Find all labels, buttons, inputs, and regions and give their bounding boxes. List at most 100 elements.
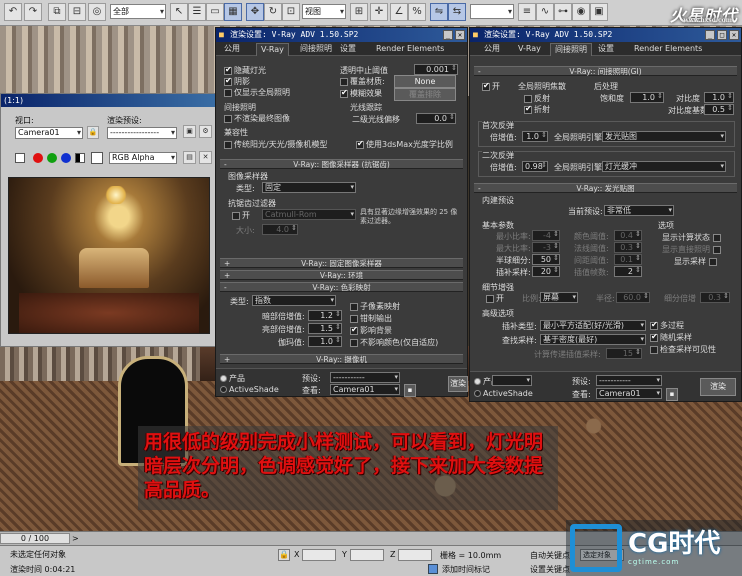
preset-select[interactable]: ----------- [596,375,662,386]
lock-icon[interactable]: 🔒 [87,126,99,139]
calc-pass-field[interactable]: 15 [606,348,642,359]
green-channel-icon[interactable] [47,153,57,163]
irradiance-rollout[interactable]: V-Ray:: 发光贴图 [474,183,737,193]
bright-mult-field[interactable]: 1.5 [308,323,342,334]
subdiv-mult-field[interactable]: 0.3 [700,292,730,303]
show-calc-checkbox[interactable]: 显示计算状态 [662,232,723,243]
only-gi-checkbox[interactable]: 仅显示全局照明 [224,87,290,98]
mirror-icon[interactable]: ⇋ [430,3,448,21]
tab-common[interactable]: 公用 [480,43,504,56]
render-setup-icon[interactable]: ▣ [590,3,608,21]
preset-select[interactable]: ----------- [330,372,400,383]
select-by-name-icon[interactable]: ☰ [188,3,206,21]
production-radio[interactable]: 产品 [220,373,245,384]
scale-icon[interactable]: ⊡ [282,3,300,21]
tab-common[interactable]: 公用 [220,43,244,56]
tab-indirect[interactable]: 间接照明 [550,43,592,56]
render-button-right[interactable]: 渲染 [700,378,736,396]
bind-space-warp-icon[interactable]: ◎ [88,3,106,21]
tab-indirect[interactable]: 间接照明 [296,43,336,56]
check-visibility-checkbox[interactable]: 检查采样可见性 [650,344,716,355]
link-icon[interactable]: ⧉ [48,3,66,21]
layer-manager-icon[interactable]: ≡ [518,3,536,21]
primary-engine-select[interactable]: 发光贴图 [602,131,726,142]
sampler-type-select[interactable]: 固定 [262,182,356,193]
contrast-base-field[interactable]: 0.5 [704,104,734,115]
auto-key-button[interactable]: 自动关键点 [530,550,570,561]
override-mtl-checkbox[interactable]: 覆盖材质: [340,76,385,87]
display-icon[interactable]: ▤ [183,151,196,164]
snap-toggle-icon[interactable]: ∠ [390,3,408,21]
minimize-icon[interactable]: _ [705,30,715,40]
clear-icon[interactable]: ✕ [199,151,212,164]
named-selection-select[interactable] [470,4,514,19]
red-channel-icon[interactable] [33,153,43,163]
use-3dsmax-checkbox[interactable]: 使用3dsMax光度学比例 [356,139,453,150]
nrm-thresh-field[interactable]: 0.3 [614,242,642,253]
close-icon[interactable]: ✕ [455,30,465,40]
gi-rollout[interactable]: V-Ray:: 间接照明(GI) [474,66,737,76]
aa-filter-select[interactable]: Catmull-Rom [262,209,356,220]
set-key-button[interactable]: 设置关键点 [530,564,570,575]
gi-on-checkbox[interactable]: 开 [482,81,500,92]
window-crossing-icon[interactable]: ▦ [224,3,242,21]
time-slider-thumb[interactable]: 0 / 100 [0,533,70,544]
schematic-icon[interactable]: ⊶ [554,3,572,21]
render-button-left[interactable]: 渲染 [448,376,468,392]
cm-type-select[interactable]: 指数 [252,295,336,306]
randomize-checkbox[interactable]: 随机采样 [650,332,692,343]
legacy-sun-checkbox[interactable]: 传统阳光/天光/摄像机模型 [224,139,327,150]
secondary-bias-field[interactable]: 0.0 [416,113,456,124]
undo-icon[interactable]: ↶ [4,3,22,21]
tab-settings[interactable]: 设置 [594,43,618,56]
color-mapping-rollout[interactable]: V-Ray:: 色彩映射 [220,282,463,292]
settings-icon[interactable]: ⚙ [199,125,212,138]
saturation-field[interactable]: 1.0 [630,92,664,103]
minimize-icon[interactable]: _ [443,30,453,40]
aa-filter-on-checkbox[interactable]: 开 [232,210,250,221]
rect-selection-icon[interactable]: ▭ [206,3,224,21]
mono-icon[interactable] [91,152,103,164]
show-direct-checkbox[interactable]: 显示直接照明 [662,244,723,255]
maximize-icon[interactable]: □ [717,30,727,40]
override-none-button[interactable]: None [394,75,456,88]
environment-rollout[interactable]: V-Ray:: 环境 [220,270,463,280]
hsph-subdivs-field[interactable]: 50 [532,254,560,265]
gamma-field[interactable]: 1.0 [308,336,342,347]
selection-filter-select[interactable]: 全部 [110,4,166,19]
rotate-icon[interactable]: ↻ [264,3,282,21]
production-select[interactable] [492,375,532,386]
curve-editor-icon[interactable]: ∿ [536,3,554,21]
dist-thresh-field[interactable]: 0.1 [614,254,642,265]
alpha-channel-icon[interactable] [75,153,85,163]
pivot-icon[interactable]: ⊞ [350,3,368,21]
select-manipulate-icon[interactable]: ✛ [370,3,388,21]
color-swatch-icon[interactable] [15,153,25,163]
tab-render-elements[interactable]: Render Elements [630,43,706,56]
viewport-select[interactable]: Camera01 [15,127,83,139]
time-tag-icon[interactable] [428,564,438,574]
lock-selection-icon[interactable]: 🔒 [278,549,290,561]
next-frame-icon[interactable]: > [72,535,82,543]
align-icon[interactable]: ⇆ [448,3,466,21]
save-icon[interactable]: ▣ [183,125,196,138]
affect-bg-checkbox[interactable]: 影响背景 [350,325,392,336]
material-editor-icon[interactable]: ◉ [572,3,590,21]
x-coordinate-field[interactable] [302,549,336,561]
lookup-select[interactable]: 基于密度(最好) [540,334,646,345]
render-preset-select[interactable]: ----------------- [107,127,177,139]
refractive-checkbox[interactable]: 折射 [524,104,550,115]
reference-coord-select[interactable]: 视图 [302,4,346,19]
unlink-icon[interactable]: ⊟ [68,3,86,21]
channel-select[interactable]: RGB Alpha [109,152,177,164]
secondary-engine-select[interactable]: 灯光缓冲 [602,161,726,172]
blue-channel-icon[interactable] [61,153,71,163]
interp-samples-field[interactable]: 20 [532,266,560,277]
activeshade-radio[interactable]: ActiveShade [474,389,533,398]
clr-thresh-field[interactable]: 0.4 [614,230,642,241]
dont-render-checkbox[interactable]: 不渲染最终图像 [224,113,290,124]
multipass-checkbox[interactable]: 多过程 [650,320,684,331]
z-coordinate-field[interactable] [398,549,432,561]
override-exclude-button[interactable]: 覆盖排除 [394,88,456,101]
tab-render-elements[interactable]: Render Elements [372,43,448,56]
